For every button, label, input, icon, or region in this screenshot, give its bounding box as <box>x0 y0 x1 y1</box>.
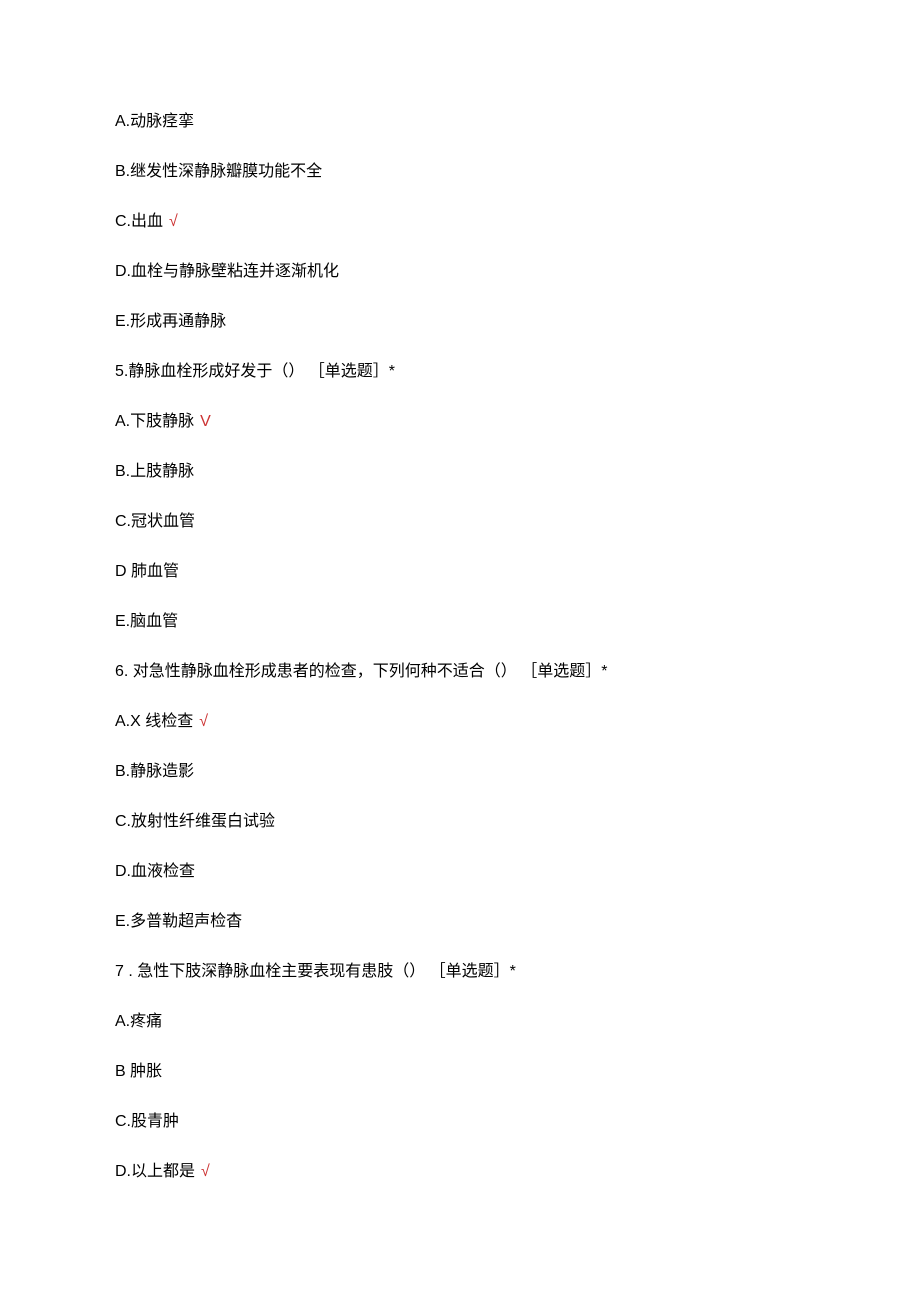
option-text: B.上肢静脉 <box>115 463 194 480</box>
q5-option-d: D 肺血管 <box>115 560 805 584</box>
q5-option-b: B.上肢静脉 <box>115 460 805 484</box>
q4-option-a: A.动脉痉挛 <box>115 110 805 134</box>
q6-option-a: A.X 线检查 √ <box>115 710 805 734</box>
option-text: B 肿胀 <box>115 1063 162 1080</box>
q4-option-d: D.血栓与静脉壁粘连并逐渐机化 <box>115 260 805 284</box>
check-icon: √ <box>169 213 178 230</box>
option-text: C.股青肿 <box>115 1113 179 1130</box>
q7-option-d: D.以上都是 √ <box>115 1160 805 1184</box>
question-text: 6. 对急性静脉血栓形成患者的检查，下列何种不适合（） ［单选题］* <box>115 663 607 680</box>
check-icon: V <box>200 413 211 430</box>
option-text: C.放射性纤维蛋白试验 <box>115 813 275 830</box>
question-text: 7 . 急性下肢深静脉血栓主要表现有患肢（） ［单选题］* <box>115 963 516 980</box>
option-text: B.静脉造影 <box>115 763 194 780</box>
check-icon: √ <box>199 713 208 730</box>
option-text: A.X 线检查 <box>115 713 193 730</box>
check-icon: √ <box>201 1163 210 1180</box>
q5-option-e: E.脑血管 <box>115 610 805 634</box>
option-text: B.继发性深静脉瓣膜功能不全 <box>115 163 322 180</box>
option-text: A.下肢静脉 <box>115 413 194 430</box>
q5-option-a: A.下肢静脉 V <box>115 410 805 434</box>
option-text: C.冠状血管 <box>115 513 195 530</box>
q6-option-b: B.静脉造影 <box>115 760 805 784</box>
option-text: A.疼痛 <box>115 1013 162 1030</box>
q7-option-a: A.疼痛 <box>115 1010 805 1034</box>
q7-stem: 7 . 急性下肢深静脉血栓主要表现有患肢（） ［单选题］* <box>115 960 805 984</box>
q6-option-e: E.多普勒超声检杳 <box>115 910 805 934</box>
q4-option-c: C.出血 √ <box>115 210 805 234</box>
q4-option-e: E.形成再通静脉 <box>115 310 805 334</box>
q6-option-c: C.放射性纤维蛋白试验 <box>115 810 805 834</box>
option-text: E.多普勒超声检杳 <box>115 913 242 930</box>
option-text: C.出血 <box>115 213 163 230</box>
option-text: E.形成再通静脉 <box>115 313 226 330</box>
option-text: D.血液检查 <box>115 863 195 880</box>
q7-option-c: C.股青肿 <box>115 1110 805 1134</box>
q5-option-c: C.冠状血管 <box>115 510 805 534</box>
option-text: E.脑血管 <box>115 613 178 630</box>
q5-stem: 5.静脉血栓形成好发于（） ［单选题］* <box>115 360 805 384</box>
option-text: D 肺血管 <box>115 563 179 580</box>
option-text: D.血栓与静脉壁粘连并逐渐机化 <box>115 263 339 280</box>
option-text: A.动脉痉挛 <box>115 113 194 130</box>
q6-option-d: D.血液检查 <box>115 860 805 884</box>
question-text: 5.静脉血栓形成好发于（） ［单选题］* <box>115 363 395 380</box>
q7-option-b: B 肿胀 <box>115 1060 805 1084</box>
q6-stem: 6. 对急性静脉血栓形成患者的检查，下列何种不适合（） ［单选题］* <box>115 660 805 684</box>
option-text: D.以上都是 <box>115 1163 195 1180</box>
q4-option-b: B.继发性深静脉瓣膜功能不全 <box>115 160 805 184</box>
